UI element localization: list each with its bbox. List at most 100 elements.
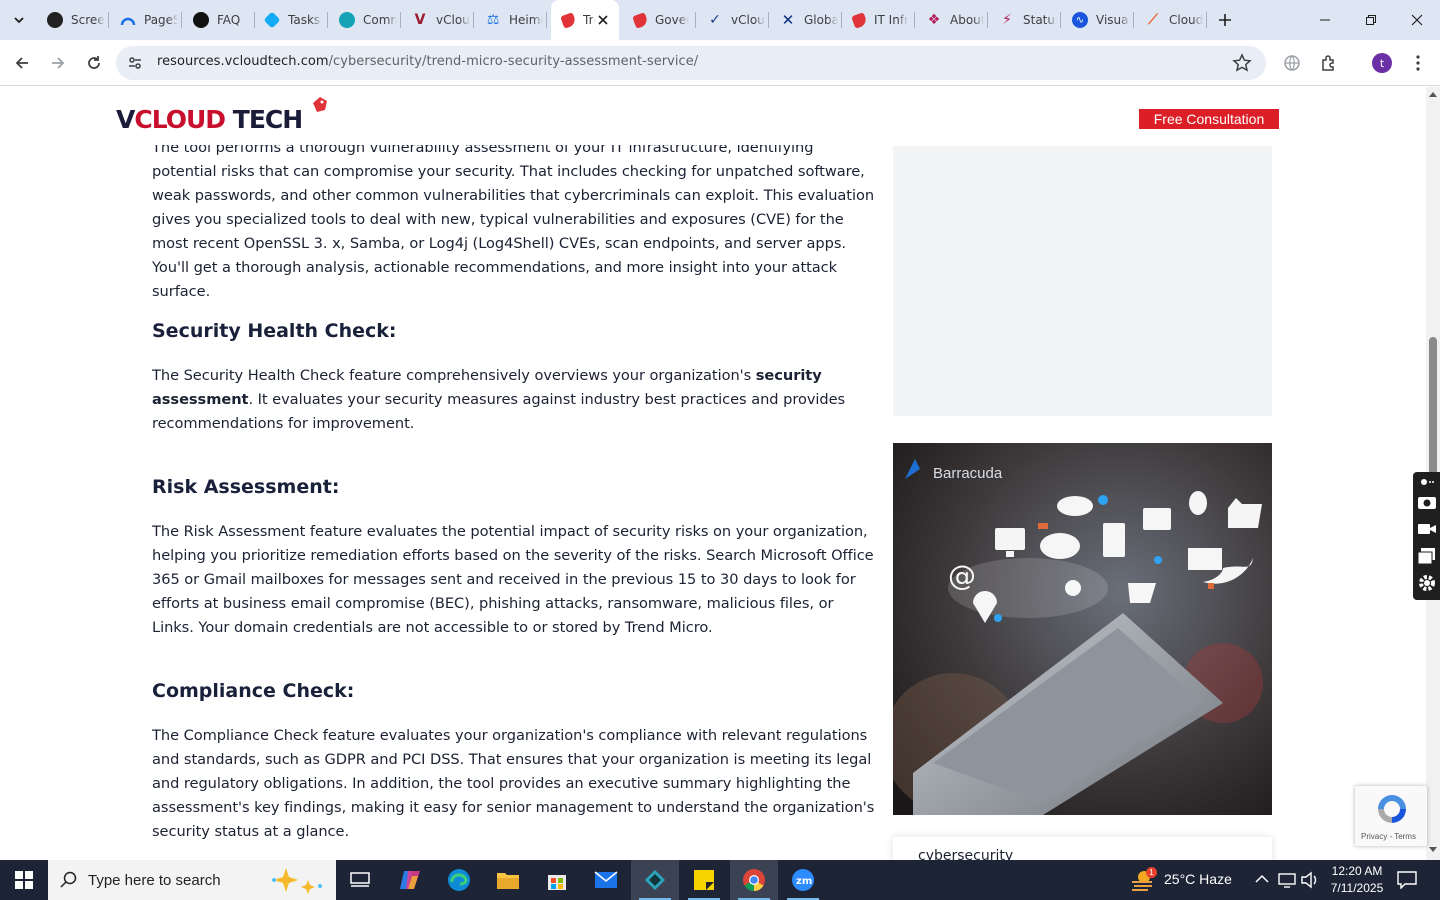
tune-icon	[129, 57, 141, 69]
notifications-icon[interactable]	[1397, 871, 1417, 889]
intro-paragraph-block: The tool performs a thorough vulnerabili…	[152, 136, 876, 304]
scroll-thumb[interactable]	[1429, 337, 1437, 482]
risk-paragraph: The Risk Assessment feature evaluates th…	[152, 523, 874, 636]
tab[interactable]: FAQ	[182, 0, 255, 40]
tab[interactable]: VvCloud	[401, 0, 474, 40]
mail-icon	[594, 871, 618, 888]
video-icon[interactable]	[1417, 521, 1437, 537]
folder-icon	[497, 873, 519, 889]
windows-taskbar: Type here to search zm 1 25°C Haze 12:20…	[0, 860, 1440, 900]
url-text[interactable]: resources.vcloudtech.com/cybersecurity/t…	[157, 54, 698, 69]
tab[interactable]: ∿ Visual	[1061, 0, 1134, 40]
recaptcha-badge[interactable]: Privacy - Terms	[1355, 786, 1427, 846]
window-capture-icon[interactable]	[1417, 547, 1437, 565]
start-button[interactable]	[0, 860, 48, 900]
tab-active[interactable]: Trend Micro	[551, 0, 619, 40]
svg-text:zm: zm	[796, 876, 812, 887]
pulse-icon: ∿	[1072, 12, 1088, 28]
vcloud-tag-icon	[632, 11, 649, 29]
forward-button[interactable]	[44, 49, 72, 77]
web-page: VCLOUD TECH Free Consultation The tool p…	[0, 87, 1426, 860]
network-icon[interactable]	[1278, 871, 1296, 889]
tab-search-button[interactable]	[6, 8, 32, 32]
arrow-right-icon	[52, 57, 65, 69]
edge-app[interactable]	[435, 860, 483, 900]
compliance-check-heading: Compliance Check:	[152, 680, 355, 702]
reload-icon	[88, 56, 100, 69]
compliance-paragraph-block: The Compliance Check feature evaluates y…	[152, 724, 876, 844]
address-bar[interactable]: resources.vcloudtech.com/cybersecurity/t…	[116, 46, 1266, 80]
free-consultation-button[interactable]: Free Consultation	[1139, 109, 1279, 129]
tab[interactable]: Community	[328, 0, 401, 40]
mail-app[interactable]	[582, 860, 630, 900]
chrome-app[interactable]	[730, 860, 778, 900]
tab[interactable]: ⟋ Cloud	[1134, 0, 1207, 40]
copilot-app[interactable]	[386, 860, 434, 900]
tab[interactable]: ✓vCloud	[696, 0, 769, 40]
category-card[interactable]: cybersecurity	[893, 837, 1272, 860]
volume-icon[interactable]	[1300, 871, 1320, 889]
store-icon	[548, 875, 566, 890]
bookmark-star-icon[interactable]	[1232, 53, 1252, 73]
file-explorer-app[interactable]	[484, 860, 532, 900]
profile-avatar[interactable]: t	[1372, 53, 1392, 73]
tab[interactable]: Tasks	[255, 0, 328, 40]
reload-button[interactable]	[80, 49, 108, 77]
gear-icon[interactable]	[1417, 573, 1437, 593]
confluence-icon: ✕	[781, 11, 795, 29]
translate-icon[interactable]	[1280, 51, 1304, 75]
close-window-button[interactable]	[1394, 0, 1440, 40]
scales-icon: ⚖	[486, 12, 500, 28]
tab[interactable]: Screencastify	[36, 0, 109, 40]
close-icon	[1411, 14, 1423, 26]
new-tab-button[interactable]	[1211, 0, 1239, 40]
chevron-up-icon[interactable]	[1255, 874, 1269, 884]
site-info-button[interactable]	[124, 52, 146, 74]
back-button[interactable]	[8, 49, 36, 77]
tag-icon	[313, 97, 327, 112]
vcloud-tech-logo[interactable]: VCLOUD TECH	[116, 95, 330, 139]
menu-kebab-icon[interactable]	[1406, 51, 1430, 75]
system-clock[interactable]: 12:20 AM 7/11/2025	[1326, 863, 1388, 897]
zoom-app[interactable]: zm	[779, 860, 827, 900]
taskbar-search-box[interactable]: Type here to search	[48, 860, 336, 900]
screencastify-icon	[47, 12, 63, 28]
screen-recorder-toolbar	[1413, 472, 1440, 600]
risk-paragraph-block: The Risk Assessment feature evaluates th…	[152, 520, 876, 640]
check-icon: ✓	[709, 12, 721, 28]
pagespeed-icon	[120, 12, 136, 28]
weather-text[interactable]: 25°C Haze	[1164, 871, 1232, 887]
sticky-notes-app[interactable]	[680, 860, 728, 900]
app-running[interactable]	[631, 860, 679, 900]
tab[interactable]: ⚖Heimdal	[474, 0, 547, 40]
clock-date: 7/11/2025	[1330, 881, 1384, 895]
scroll-up-icon[interactable]	[1429, 91, 1437, 97]
chrome-icon	[743, 869, 765, 891]
minimize-button[interactable]	[1302, 0, 1348, 40]
plus-icon	[1219, 14, 1231, 26]
minimize-icon	[1320, 19, 1330, 21]
tab[interactable]: ⚡Status	[988, 0, 1061, 40]
pin-icon[interactable]	[1420, 477, 1434, 487]
tab[interactable]: ❖ About	[915, 0, 988, 40]
url-path: /cybersecurity/trend-micro-security-asse…	[328, 54, 699, 69]
barracuda-banner[interactable]: @ Barracuda	[893, 443, 1272, 815]
close-tab-icon[interactable]	[595, 12, 611, 28]
edge-icon	[448, 869, 470, 891]
logo-wordmark: VCLOUD TECH	[116, 105, 303, 134]
sticky-notes-icon	[694, 870, 714, 890]
tab[interactable]: Governance	[623, 0, 696, 40]
extensions-icon[interactable]	[1317, 51, 1341, 75]
tab[interactable]: ✕Global	[769, 0, 842, 40]
store-app[interactable]	[533, 860, 581, 900]
tab[interactable]: IT Infrastructure	[842, 0, 915, 40]
restore-icon	[1366, 15, 1376, 25]
camera-icon[interactable]	[1417, 494, 1437, 510]
recaptcha-links[interactable]: Privacy - Terms	[1361, 832, 1416, 841]
scroll-down-icon[interactable]	[1429, 847, 1437, 853]
tab[interactable]: PageSpeed	[109, 0, 182, 40]
vcloud-tag-icon	[851, 11, 868, 29]
restore-button[interactable]	[1348, 0, 1394, 40]
task-view-button[interactable]	[336, 860, 384, 900]
search-icon	[60, 871, 77, 888]
